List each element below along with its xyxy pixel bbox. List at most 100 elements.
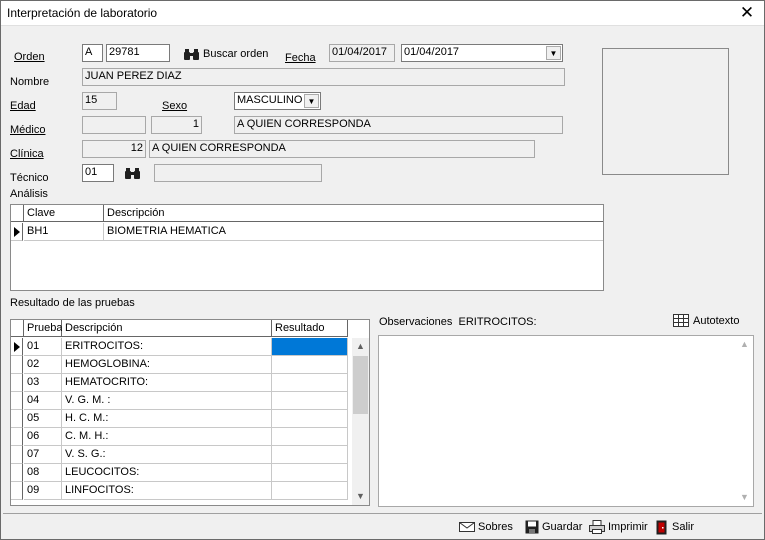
- scroll-thumb[interactable]: [353, 356, 368, 414]
- resultado-cell[interactable]: [272, 482, 348, 500]
- resultado-cell[interactable]: [272, 410, 348, 428]
- resultado-cell[interactable]: [272, 392, 348, 410]
- scroll-up-icon[interactable]: ▲: [736, 336, 753, 353]
- observaciones-label: Observaciones ERITROCITOS:: [379, 316, 537, 328]
- descripcion-cell[interactable]: ERITROCITOS:: [62, 338, 272, 356]
- fecha-select[interactable]: 01/04/2017 ▼: [401, 44, 563, 62]
- scroll-down-icon[interactable]: ▼: [352, 488, 369, 505]
- binoculars-icon: [184, 48, 199, 60]
- row-indicator: [11, 338, 23, 356]
- prueba-cell[interactable]: 05: [24, 410, 62, 428]
- sexo-select-value: MASCULINO: [237, 94, 303, 106]
- fecha-dropdown-icon[interactable]: ▼: [546, 46, 561, 60]
- prueba-cell[interactable]: 01: [24, 338, 62, 356]
- prueba-cell[interactable]: 04: [24, 392, 62, 410]
- scroll-up-icon[interactable]: ▲: [352, 338, 369, 355]
- guardar-label: Guardar: [542, 521, 583, 533]
- guardar-button[interactable]: Guardar: [525, 518, 582, 536]
- medico-code-field: [82, 116, 146, 134]
- prueba-cell[interactable]: 09: [24, 482, 62, 500]
- sobres-label: Sobres: [478, 521, 513, 533]
- descripcion-cell[interactable]: LINFOCITOS:: [62, 482, 272, 500]
- column-header-resultado[interactable]: Resultado: [272, 320, 348, 337]
- column-header-clave[interactable]: Clave: [24, 205, 104, 222]
- title-bar: Interpretación de laboratorio ✕: [1, 1, 764, 26]
- orden-serie-input[interactable]: A: [82, 44, 103, 62]
- sexo-label: Sexo: [162, 100, 188, 112]
- edad-label: Edad: [10, 100, 36, 112]
- row-indicator: [11, 482, 23, 500]
- buscar-orden-button[interactable]: Buscar orden: [183, 46, 268, 62]
- descripcion-cell[interactable]: HEMATOCRITO:: [62, 374, 272, 392]
- descripcion-cell[interactable]: HEMOGLOBINA:: [62, 356, 272, 374]
- column-header-descripcion[interactable]: Descripción: [62, 320, 272, 337]
- resultados-grid[interactable]: Prueba Descripción Resultado 01 ERITROCI…: [10, 319, 370, 506]
- prueba-cell[interactable]: 08: [24, 464, 62, 482]
- descripcion-cell[interactable]: H. C. M.:: [62, 410, 272, 428]
- sexo-dropdown-icon[interactable]: ▼: [304, 94, 319, 108]
- resultado-cell[interactable]: [272, 374, 348, 392]
- nombre-label: Nombre: [10, 76, 50, 88]
- sobres-button[interactable]: Sobres: [459, 518, 513, 536]
- current-row-arrow-icon: [14, 227, 20, 237]
- window-title: Interpretación de laboratorio: [7, 6, 158, 20]
- prueba-cell[interactable]: 06: [24, 428, 62, 446]
- prueba-cell[interactable]: 03: [24, 374, 62, 392]
- analisis-label: Análisis: [10, 188, 48, 200]
- sexo-select[interactable]: MASCULINO ▼: [234, 92, 321, 110]
- resultado-cell[interactable]: [272, 356, 348, 374]
- orden-number-input[interactable]: 29781: [106, 44, 170, 62]
- prueba-cell[interactable]: 07: [24, 446, 62, 464]
- table-grid-icon: [673, 314, 689, 327]
- imprimir-label: Imprimir: [608, 521, 648, 533]
- observaciones-title: Observaciones: [379, 316, 453, 328]
- tecnico-code-input[interactable]: 01: [82, 164, 114, 182]
- envelope-icon: [459, 522, 475, 532]
- imprimir-button[interactable]: Imprimir: [589, 518, 648, 536]
- descripcion-cell[interactable]: V. S. G.:: [62, 446, 272, 464]
- medico-number-field: 1: [151, 116, 202, 134]
- resultado-cell[interactable]: [272, 464, 348, 482]
- column-header-descripcion[interactable]: Descripción: [104, 205, 603, 222]
- nombre-field: JUAN PEREZ DIAZ: [82, 68, 565, 86]
- salir-button[interactable]: Salir: [656, 518, 694, 536]
- resultado-cell-selected[interactable]: [272, 338, 348, 356]
- medico-label: Médico: [10, 124, 46, 136]
- prueba-cell[interactable]: 02: [24, 356, 62, 374]
- tecnico-name-field: [154, 164, 322, 182]
- clinica-name-field: A QUIEN CORRESPONDA: [149, 140, 535, 158]
- descripcion-cell[interactable]: C. M. H.:: [62, 428, 272, 446]
- medico-name-field: A QUIEN CORRESPONDA: [234, 116, 563, 134]
- column-header-prueba[interactable]: Prueba: [24, 320, 62, 337]
- fecha-select-value: 01/04/2017: [404, 46, 460, 58]
- current-row-arrow-icon: [14, 342, 20, 352]
- close-button[interactable]: ✕: [730, 1, 764, 26]
- edad-field: 15: [82, 92, 117, 110]
- row-indicator: [11, 410, 23, 428]
- observaciones-textarea[interactable]: ▲ ▼: [378, 335, 754, 507]
- clinica-label: Clínica: [10, 148, 44, 160]
- photo-frame: [602, 48, 729, 175]
- observaciones-test: ERITROCITOS:: [458, 316, 537, 328]
- binoculars-icon[interactable]: [124, 167, 141, 180]
- row-indicator: [11, 223, 23, 241]
- descripcion-cell[interactable]: LEUCOCITOS:: [62, 464, 272, 482]
- table-cell[interactable]: BH1: [24, 223, 104, 241]
- grid-corner: [11, 320, 24, 337]
- fecha-label: Fecha: [285, 52, 316, 64]
- analisis-grid[interactable]: Clave Descripción BH1 BIOMETRIA HEMATICA: [10, 204, 604, 291]
- scroll-down-icon[interactable]: ▼: [736, 489, 753, 506]
- orden-label: Orden: [14, 51, 45, 63]
- resultado-cell[interactable]: [272, 446, 348, 464]
- resultados-label: Resultado de las pruebas: [10, 297, 135, 309]
- resultados-scrollbar[interactable]: ▲ ▼: [352, 338, 369, 505]
- autotexto-button[interactable]: Autotexto: [673, 313, 739, 328]
- fecha-display: 01/04/2017: [329, 44, 395, 62]
- descripcion-cell[interactable]: V. G. M. :: [62, 392, 272, 410]
- salir-label: Salir: [672, 521, 695, 533]
- resultado-cell[interactable]: [272, 428, 348, 446]
- table-cell[interactable]: BIOMETRIA HEMATICA: [104, 223, 603, 241]
- clinica-code-field: 12: [82, 140, 146, 158]
- tecnico-label: Técnico: [10, 172, 49, 184]
- observaciones-scrollbar[interactable]: ▲ ▼: [736, 336, 753, 506]
